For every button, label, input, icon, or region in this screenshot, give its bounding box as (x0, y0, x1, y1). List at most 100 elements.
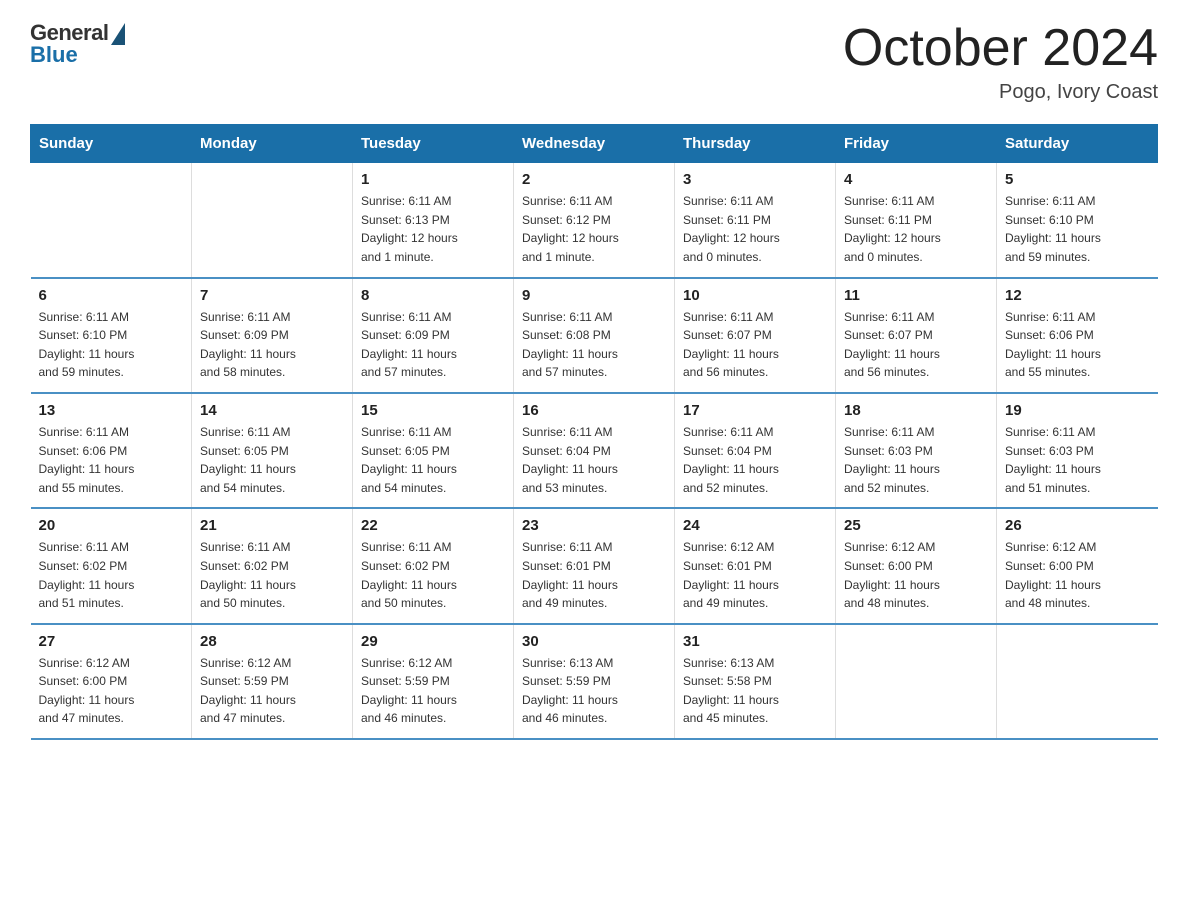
day-cell: 30Sunrise: 6:13 AM Sunset: 5:59 PM Dayli… (514, 624, 675, 739)
day-cell: 11 Sunrise: 6:11 AM Sunset: 6:07 PM Dayli… (836, 278, 997, 393)
day-number: 25 (844, 517, 988, 534)
day-cell: 10 Sunrise: 6:11 AM Sunset: 6:07 PM Dayli… (675, 278, 836, 393)
day-cell (997, 624, 1158, 739)
day-cell (31, 163, 192, 278)
day-info: Sunrise: 6:11 AM Sunset: 6:10 PM Dayligh… (39, 308, 184, 382)
day-number: 7 (200, 287, 344, 304)
day-info: Sunrise: 6:12 AM Sunset: 6:01 PM Dayligh… (683, 538, 827, 612)
week-row-2: 6 Sunrise: 6:11 AM Sunset: 6:10 PM Daylig… (31, 278, 1158, 393)
day-info: Sunrise: 6:11 AM Sunset: 6:13 PM Dayligh… (361, 192, 505, 266)
day-cell (192, 163, 353, 278)
day-info: Sunrise: 6:11 AM Sunset: 6:10 PM Dayligh… (1005, 192, 1150, 266)
day-info: Sunrise: 6:11 AM Sunset: 6:03 PM Dayligh… (844, 423, 988, 497)
day-number: 15 (361, 402, 505, 419)
header-cell-saturday: Saturday (997, 125, 1158, 163)
day-number: 14 (200, 402, 344, 419)
day-info: Sunrise: 6:11 AM Sunset: 6:12 PM Dayligh… (522, 192, 666, 266)
month-title: October 2024 (843, 20, 1158, 77)
day-number: 4 (844, 171, 988, 188)
day-number: 27 (39, 633, 184, 650)
page-header: General Blue October 2024 Pogo, Ivory Co… (30, 20, 1158, 104)
day-info: Sunrise: 6:11 AM Sunset: 6:11 PM Dayligh… (844, 192, 988, 266)
week-row-1: 1 Sunrise: 6:11 AM Sunset: 6:13 PM Daylig… (31, 163, 1158, 278)
location-label: Pogo, Ivory Coast (843, 81, 1158, 104)
calendar-table: SundayMondayTuesdayWednesdayThursdayFrid… (30, 124, 1158, 740)
day-number: 6 (39, 287, 184, 304)
day-cell: 4 Sunrise: 6:11 AM Sunset: 6:11 PM Daylig… (836, 163, 997, 278)
header-cell-wednesday: Wednesday (514, 125, 675, 163)
day-info: Sunrise: 6:11 AM Sunset: 6:05 PM Dayligh… (200, 423, 344, 497)
day-number: 13 (39, 402, 184, 419)
day-info: Sunrise: 6:12 AM Sunset: 6:00 PM Dayligh… (1005, 538, 1150, 612)
day-info: Sunrise: 6:13 AM Sunset: 5:59 PM Dayligh… (522, 654, 666, 728)
day-cell: 31 Sunrise: 6:13 AM Sunset: 5:58 PM Dayli… (675, 624, 836, 739)
day-cell (836, 624, 997, 739)
day-cell: 5 Sunrise: 6:11 AM Sunset: 6:10 PM Daylig… (997, 163, 1158, 278)
day-number: 24 (683, 517, 827, 534)
week-row-4: 20 Sunrise: 6:11 AM Sunset: 6:02 PM Dayli… (31, 508, 1158, 623)
day-number: 20 (39, 517, 184, 534)
day-number: 8 (361, 287, 505, 304)
day-cell: 23 Sunrise: 6:11 AM Sunset: 6:01 PM Dayli… (514, 508, 675, 623)
day-number: 26 (1005, 517, 1150, 534)
day-cell: 20Sunrise: 6:11 AM Sunset: 6:02 PM Dayli… (31, 508, 192, 623)
day-cell: 14 Sunrise: 6:11 AM Sunset: 6:05 PM Dayli… (192, 393, 353, 508)
day-cell: 27 Sunrise: 6:12 AM Sunset: 6:00 PM Dayli… (31, 624, 192, 739)
day-info: Sunrise: 6:12 AM Sunset: 5:59 PM Dayligh… (200, 654, 344, 728)
day-cell: 25Sunrise: 6:12 AM Sunset: 6:00 PM Dayli… (836, 508, 997, 623)
day-cell: 21Sunrise: 6:11 AM Sunset: 6:02 PM Dayli… (192, 508, 353, 623)
day-info: Sunrise: 6:11 AM Sunset: 6:01 PM Dayligh… (522, 538, 666, 612)
header-row: SundayMondayTuesdayWednesdayThursdayFrid… (31, 125, 1158, 163)
day-cell: 22 Sunrise: 6:11 AM Sunset: 6:02 PM Dayli… (353, 508, 514, 623)
day-info: Sunrise: 6:12 AM Sunset: 6:00 PM Dayligh… (39, 654, 184, 728)
day-cell: 8 Sunrise: 6:11 AM Sunset: 6:09 PM Daylig… (353, 278, 514, 393)
day-cell: 6 Sunrise: 6:11 AM Sunset: 6:10 PM Daylig… (31, 278, 192, 393)
header-cell-friday: Friday (836, 125, 997, 163)
day-cell: 29Sunrise: 6:12 AM Sunset: 5:59 PM Dayli… (353, 624, 514, 739)
day-info: Sunrise: 6:11 AM Sunset: 6:08 PM Dayligh… (522, 308, 666, 382)
day-info: Sunrise: 6:11 AM Sunset: 6:07 PM Dayligh… (844, 308, 988, 382)
day-info: Sunrise: 6:11 AM Sunset: 6:11 PM Dayligh… (683, 192, 827, 266)
header-cell-thursday: Thursday (675, 125, 836, 163)
day-number: 22 (361, 517, 505, 534)
day-number: 17 (683, 402, 827, 419)
day-number: 11 (844, 287, 988, 304)
day-cell: 28 Sunrise: 6:12 AM Sunset: 5:59 PM Dayli… (192, 624, 353, 739)
header-cell-sunday: Sunday (31, 125, 192, 163)
day-number: 9 (522, 287, 666, 304)
day-info: Sunrise: 6:11 AM Sunset: 6:06 PM Dayligh… (39, 423, 184, 497)
header-cell-monday: Monday (192, 125, 353, 163)
day-number: 1 (361, 171, 505, 188)
day-cell: 19Sunrise: 6:11 AM Sunset: 6:03 PM Dayli… (997, 393, 1158, 508)
week-row-3: 13 Sunrise: 6:11 AM Sunset: 6:06 PM Dayli… (31, 393, 1158, 508)
day-info: Sunrise: 6:11 AM Sunset: 6:04 PM Dayligh… (522, 423, 666, 497)
day-number: 2 (522, 171, 666, 188)
day-number: 21 (200, 517, 344, 534)
day-cell: 24 Sunrise: 6:12 AM Sunset: 6:01 PM Dayli… (675, 508, 836, 623)
day-cell: 13 Sunrise: 6:11 AM Sunset: 6:06 PM Dayli… (31, 393, 192, 508)
day-cell: 18Sunrise: 6:11 AM Sunset: 6:03 PM Dayli… (836, 393, 997, 508)
day-number: 31 (683, 633, 827, 650)
logo-triangle-icon (111, 23, 125, 45)
day-info: Sunrise: 6:11 AM Sunset: 6:07 PM Dayligh… (683, 308, 827, 382)
day-cell: 16 Sunrise: 6:11 AM Sunset: 6:04 PM Dayli… (514, 393, 675, 508)
day-cell: 9 Sunrise: 6:11 AM Sunset: 6:08 PM Daylig… (514, 278, 675, 393)
logo-blue-text: Blue (30, 42, 78, 68)
day-cell: 17Sunrise: 6:11 AM Sunset: 6:04 PM Dayli… (675, 393, 836, 508)
day-number: 29 (361, 633, 505, 650)
day-cell: 26 Sunrise: 6:12 AM Sunset: 6:00 PM Dayli… (997, 508, 1158, 623)
day-info: Sunrise: 6:11 AM Sunset: 6:09 PM Dayligh… (361, 308, 505, 382)
title-block: October 2024 Pogo, Ivory Coast (843, 20, 1158, 104)
day-number: 23 (522, 517, 666, 534)
day-cell: 2 Sunrise: 6:11 AM Sunset: 6:12 PM Daylig… (514, 163, 675, 278)
day-number: 28 (200, 633, 344, 650)
day-number: 10 (683, 287, 827, 304)
day-number: 3 (683, 171, 827, 188)
day-info: Sunrise: 6:11 AM Sunset: 6:06 PM Dayligh… (1005, 308, 1150, 382)
day-info: Sunrise: 6:11 AM Sunset: 6:02 PM Dayligh… (361, 538, 505, 612)
logo: General Blue (30, 20, 125, 68)
day-number: 5 (1005, 171, 1150, 188)
day-number: 16 (522, 402, 666, 419)
day-cell: 7Sunrise: 6:11 AM Sunset: 6:09 PM Daylig… (192, 278, 353, 393)
day-info: Sunrise: 6:13 AM Sunset: 5:58 PM Dayligh… (683, 654, 827, 728)
